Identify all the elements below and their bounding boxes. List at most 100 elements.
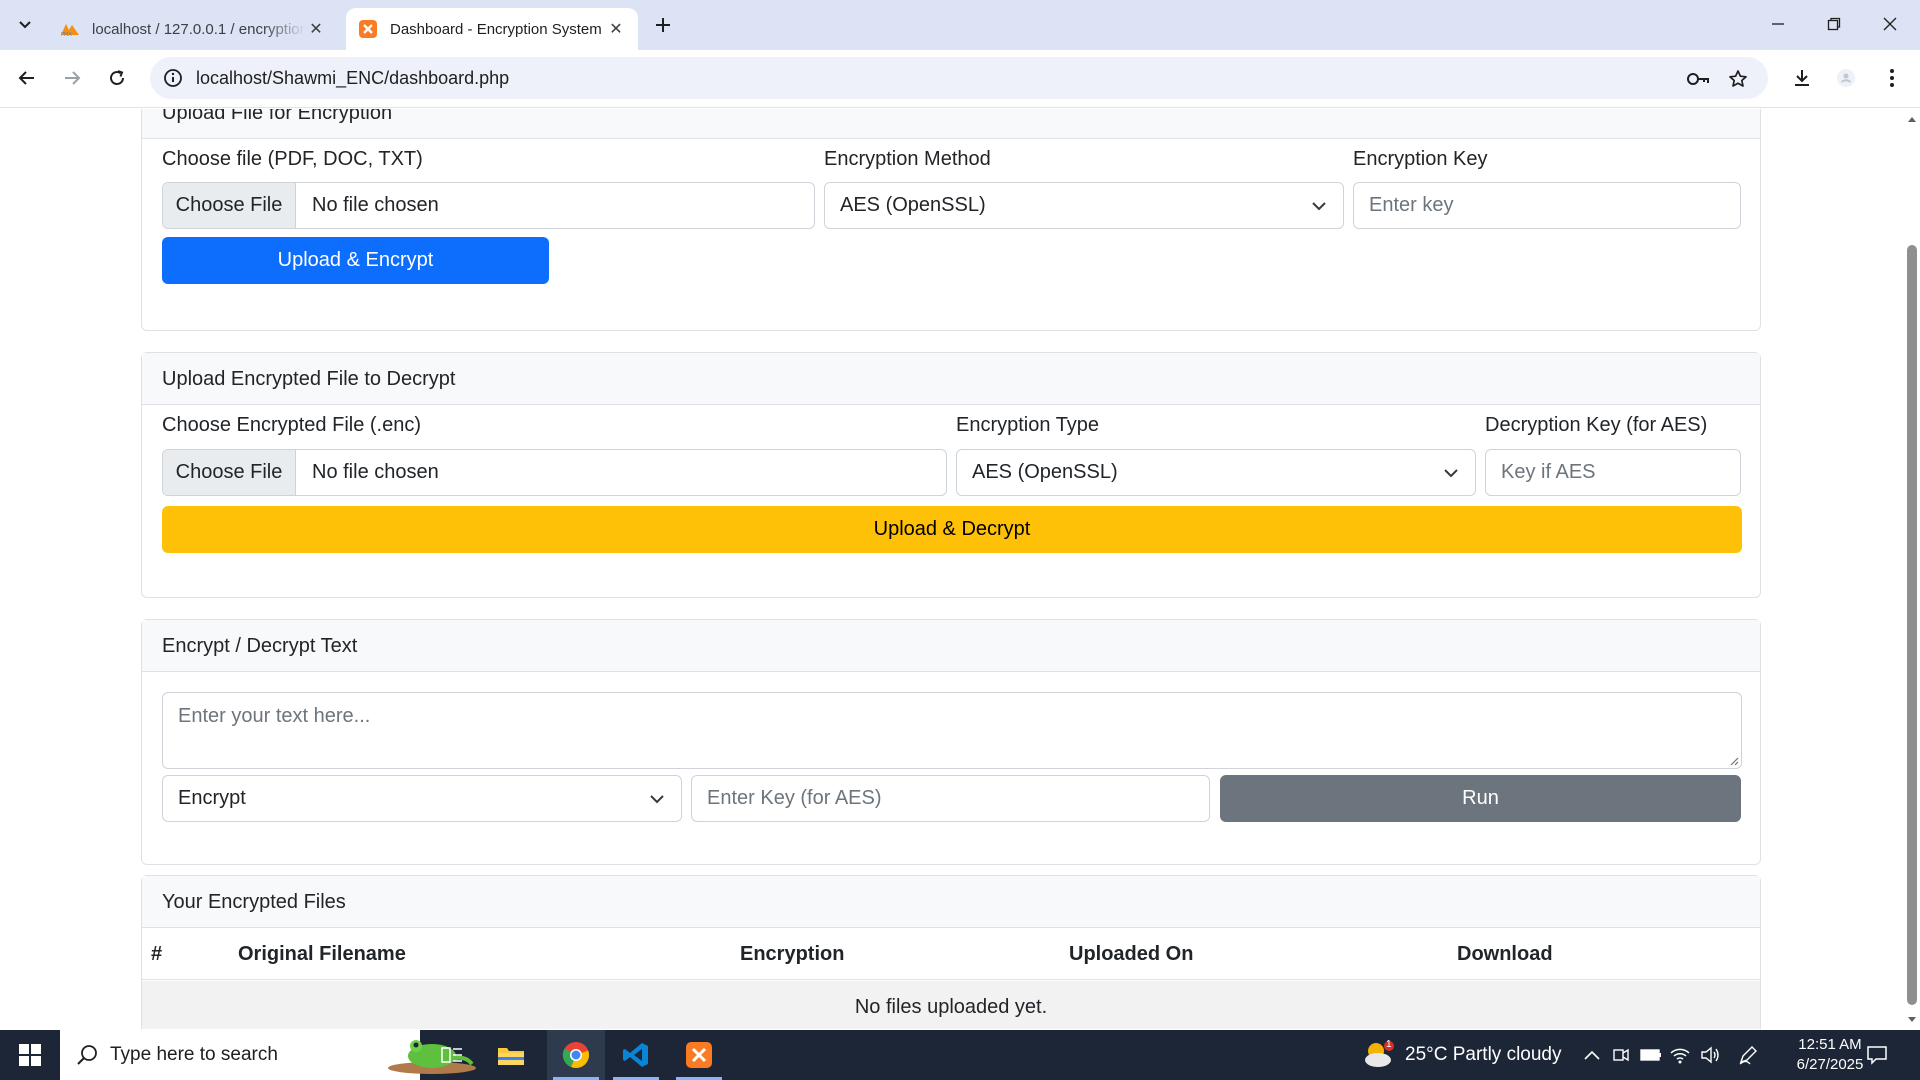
url-text[interactable]: localhost/Shawmi_ENC/dashboard.php (196, 57, 509, 99)
task-view-button[interactable] (423, 1030, 481, 1080)
back-button[interactable] (10, 61, 44, 95)
mode-select[interactable]: Encrypt (162, 775, 682, 822)
column-header: Encryption (740, 943, 845, 965)
file-status: No file chosen (312, 461, 439, 483)
wifi-icon[interactable] (1670, 1030, 1690, 1080)
card-header: Your Encrypted Files (142, 876, 1760, 928)
column-header: Uploaded On (1069, 943, 1194, 965)
clock-date: 6/27/2025 (1796, 1056, 1864, 1073)
selected-value: Encrypt (178, 787, 246, 809)
battery-icon[interactable] (1640, 1030, 1662, 1080)
selected-value: AES (OpenSSL) (972, 461, 1118, 483)
show-hidden-icons-button[interactable] (1584, 1030, 1600, 1080)
chevron-down-icon (1312, 202, 1326, 211)
upload-decrypt-button[interactable]: Upload & Decrypt (162, 506, 1742, 553)
scrollbar-thumb[interactable] (1907, 245, 1917, 1005)
downloads-button[interactable] (1785, 61, 1819, 95)
volume-icon[interactable] (1700, 1030, 1720, 1080)
reload-button[interactable] (100, 61, 134, 95)
file-label: Choose Encrypted File (.enc) (162, 414, 422, 436)
scroll-down-arrow-icon[interactable] (1906, 1014, 1918, 1026)
minimize-button[interactable] (1750, 0, 1806, 48)
column-header: Download (1457, 943, 1553, 965)
tab-phpmyadmin[interactable]: PMA localhost / 127.0.0.1 / encryption ✕ (48, 8, 338, 50)
page-viewport: Upload File for Encryption Choose file (… (0, 109, 1902, 1029)
taskbar-search-box[interactable]: Type here to search (60, 1030, 476, 1080)
bookmark-star-icon[interactable] (1726, 67, 1750, 91)
password-key-icon[interactable] (1686, 67, 1710, 91)
address-bar[interactable]: localhost/Shawmi_ENC/dashboard.php (150, 57, 1768, 99)
decryption-key-input[interactable]: Key if AES (1485, 449, 1741, 496)
vscode-icon (623, 1043, 648, 1067)
chevron-down-icon (1444, 469, 1458, 478)
close-icon[interactable]: ✕ (606, 19, 626, 39)
card-header: Upload Encrypted File to Decrypt (142, 353, 1760, 405)
type-label: Encryption Type (956, 414, 1100, 436)
reload-icon (110, 70, 124, 85)
text-input[interactable]: Enter your text here... (162, 692, 1742, 769)
browser-toolbar: localhost/Shawmi_ENC/dashboard.php (0, 50, 1920, 108)
notifications-button[interactable] (1866, 1030, 1888, 1080)
page-scrollbar[interactable] (1902, 109, 1920, 1029)
kebab-menu-icon (1890, 69, 1894, 87)
close-window-button[interactable] (1862, 0, 1918, 48)
upload-encrypt-button[interactable]: Upload & Encrypt (162, 237, 549, 284)
chrome-button[interactable] (547, 1030, 605, 1080)
clock-time: 12:51 AM (1798, 1036, 1862, 1053)
forward-button[interactable] (55, 61, 89, 95)
plus-icon (656, 18, 670, 32)
meet-now-icon[interactable] (1612, 1030, 1630, 1080)
key-label: Decryption Key (for AES) (1485, 414, 1708, 436)
xampp-button[interactable] (670, 1030, 728, 1080)
arrow-right-icon (65, 71, 81, 85)
chevron-down-icon (650, 795, 664, 804)
chrome-icon (562, 1042, 590, 1069)
choose-file-button[interactable]: Choose File (163, 450, 296, 495)
xampp-icon (686, 1042, 712, 1068)
decrypt-file-input[interactable]: Choose File No file chosen (162, 449, 947, 496)
pen-workspace-icon[interactable] (1738, 1030, 1758, 1080)
restore-button[interactable] (1806, 0, 1862, 48)
chevron-up-icon (1584, 1050, 1600, 1060)
search-placeholder: Type here to search (110, 1044, 278, 1065)
selected-value: AES (OpenSSL) (840, 194, 986, 216)
file-status: No file chosen (312, 194, 439, 216)
windows-logo-icon (19, 1044, 41, 1066)
file-label: Choose file (PDF, DOC, TXT) (162, 148, 423, 170)
encrypt-file-input[interactable]: Choose File No file chosen (162, 182, 815, 229)
avatar-icon (1837, 69, 1855, 87)
site-info-icon[interactable] (162, 67, 184, 89)
choose-file-button[interactable]: Choose File (163, 183, 296, 228)
resize-handle-icon (1730, 757, 1739, 766)
scroll-up-arrow-icon[interactable] (1906, 113, 1918, 125)
tab-dashboard[interactable]: Dashboard - Encryption System ✕ (346, 8, 638, 50)
encryption-method-select[interactable]: AES (OpenSSL) (824, 182, 1344, 229)
minimize-icon (1772, 23, 1784, 25)
new-tab-button[interactable] (650, 12, 676, 38)
tab-search-menu-button[interactable] (10, 11, 40, 39)
vscode-button[interactable] (607, 1030, 665, 1080)
start-button[interactable] (0, 1030, 60, 1080)
column-header: Original Filename (238, 943, 406, 965)
download-icon (1795, 70, 1809, 86)
profile-button[interactable] (1829, 61, 1863, 95)
phpmyadmin-icon: PMA (60, 19, 80, 39)
key-label: Encryption Key (1353, 148, 1488, 170)
browser-menu-button[interactable] (1875, 61, 1909, 95)
run-button[interactable]: Run (1220, 775, 1741, 822)
column-header: # (151, 943, 163, 965)
method-label: Encryption Method (824, 148, 991, 170)
close-icon (1883, 17, 1897, 31)
text-key-input[interactable]: Enter Key (for AES) (691, 775, 1210, 822)
task-view-icon (441, 1047, 462, 1063)
file-explorer-button[interactable] (482, 1030, 540, 1080)
windows-taskbar: Type here to search 1 25°C Partly cloudy (0, 1030, 1920, 1080)
encryption-type-select[interactable]: AES (OpenSSL) (956, 449, 1476, 496)
weather-widget[interactable] (1362, 1030, 1396, 1080)
encryption-key-input[interactable]: Enter key (1353, 182, 1741, 229)
close-icon[interactable]: ✕ (306, 19, 326, 39)
text-placeholder: Enter your text here... (178, 705, 371, 727)
tab-title: Dashboard - Encryption System (390, 20, 602, 38)
system-clock[interactable]: 12:51 AM 6/27/2025 (1780, 1035, 1880, 1075)
chevron-down-icon (19, 21, 31, 29)
